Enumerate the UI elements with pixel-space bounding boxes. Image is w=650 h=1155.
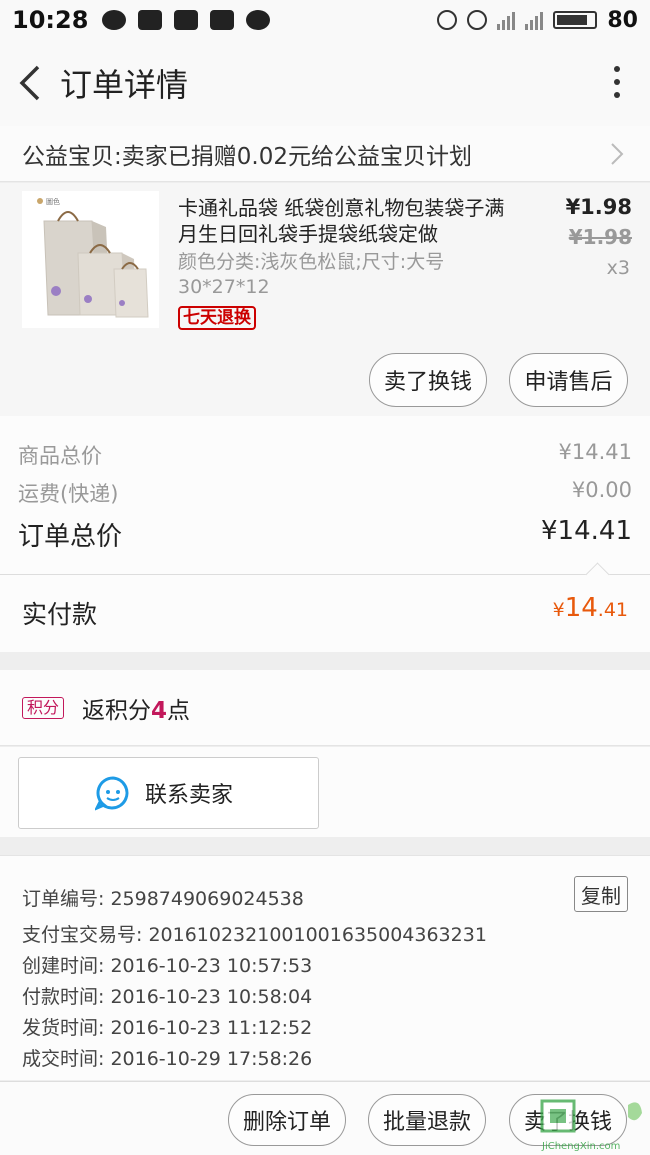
order-total-label: 订单总价 — [18, 522, 123, 552]
product-item[interactable]: 圖色 卡通礼品袋 纸袋创意礼物包装袋子满月生日回礼袋手提袋纸袋定做 颜色分类:浅… — [0, 183, 650, 416]
title-bar: 订单详情 — [0, 40, 650, 126]
order-info: 订单编号: 2598749069024538 复制 支付宝交易号: 201610… — [0, 855, 650, 1080]
headset-icon — [437, 10, 458, 30]
product-thumbnail[interactable]: 圖色 — [22, 191, 159, 328]
order-total-row: 订单总价 ¥14.41 — [18, 516, 632, 553]
order-number: 订单编号: 2598749069024538 — [22, 888, 304, 910]
copy-button[interactable]: 复制 — [574, 876, 628, 912]
contact-seller-label: 联系卖家 — [145, 783, 234, 808]
return-policy-tag: 七天退换 — [178, 306, 256, 330]
contact-seller-button[interactable]: 联系卖家 — [18, 757, 319, 829]
after-sale-button[interactable]: 申请售后 — [509, 353, 628, 407]
status-time: 10:28 — [12, 6, 89, 34]
product-quantity: x3 — [606, 257, 630, 279]
actual-payment-value: ¥14.41 — [552, 593, 628, 623]
goods-total-value: ¥14.41 — [558, 440, 632, 464]
alipay-number: 支付宝交易号: 2016102321001001635004363231 — [22, 924, 487, 946]
product-sku: 颜色分类:浅灰色松鼠;尺寸:大号30*27*12 — [178, 251, 445, 298]
shipping-row: 运费(快递) ¥0.00 — [18, 478, 632, 508]
bottom-action-bar: 删除订单 批量退款 卖了换钱 JiChengXin.com — [0, 1081, 650, 1155]
product-price: ¥1.98 — [565, 195, 632, 219]
chat-notification-icon — [102, 10, 127, 30]
alarm-icon — [467, 10, 488, 30]
points-badge: 积分 — [22, 696, 65, 719]
actual-payment-label: 实付款 — [22, 600, 98, 629]
watermark-logo: JiChengXin.com — [540, 1099, 642, 1152]
batch-refund-button[interactable]: 批量退款 — [368, 1094, 486, 1146]
shipping-value: ¥0.00 — [571, 478, 632, 502]
battery-percent: 80 — [607, 7, 638, 33]
price-summary: 商品总价 ¥14.41 运费(快递) ¥0.00 订单总价 ¥14.41 — [0, 416, 650, 574]
points-text: 返积分4点 — [82, 697, 191, 724]
page-title: 订单详情 — [60, 66, 189, 104]
svg-text:JiChengXin.com: JiChengXin.com — [541, 1141, 620, 1152]
more-options-icon[interactable] — [614, 66, 620, 98]
app-notification-icon — [246, 10, 271, 30]
goods-total-row: 商品总价 ¥14.41 — [18, 440, 632, 470]
product-original-price: ¥1.98 — [568, 225, 632, 249]
shipped-time: 发货时间: 2016-10-23 11:12:52 — [22, 1017, 313, 1039]
paid-time: 付款时间: 2016-10-23 10:58:04 — [22, 986, 313, 1008]
news-notification-icon — [210, 10, 235, 30]
sell-button[interactable]: 卖了换钱 — [369, 353, 487, 407]
chat-bubble-icon — [95, 776, 129, 811]
order-total-value: ¥14.41 — [541, 516, 632, 546]
message-notification-icon — [138, 10, 163, 30]
signal-icon — [497, 10, 516, 30]
mail-notification-icon — [174, 10, 199, 30]
chevron-right-icon — [611, 143, 624, 165]
status-bar: 10:28 80 — [0, 0, 650, 40]
contact-section: 联系卖家 — [0, 747, 650, 837]
thumbnail-label: 圖色 — [46, 197, 60, 206]
goods-total-label: 商品总价 — [18, 444, 102, 468]
actual-payment-row: 实付款 ¥14.41 — [0, 574, 650, 652]
back-arrow-icon[interactable] — [0, 40, 60, 126]
delete-order-button[interactable]: 删除订单 — [228, 1094, 346, 1146]
charity-row[interactable]: 公益宝贝:卖家已捐赠0.02元给公益宝贝计划 — [0, 126, 650, 182]
product-name[interactable]: 卡通礼品袋 纸袋创意礼物包装袋子满月生日回礼袋手提袋纸袋定做 — [178, 195, 523, 247]
created-time: 创建时间: 2016-10-23 10:57:53 — [22, 955, 313, 977]
points-row: 积分 返积分4点 — [0, 670, 650, 746]
battery-icon — [553, 11, 598, 29]
completed-time: 成交时间: 2016-10-29 17:58:26 — [22, 1048, 313, 1070]
shipping-label: 运费(快递) — [18, 482, 119, 506]
signal-4g-icon — [525, 10, 544, 30]
charity-text: 公益宝贝:卖家已捐赠0.02元给公益宝贝计划 — [22, 143, 472, 170]
